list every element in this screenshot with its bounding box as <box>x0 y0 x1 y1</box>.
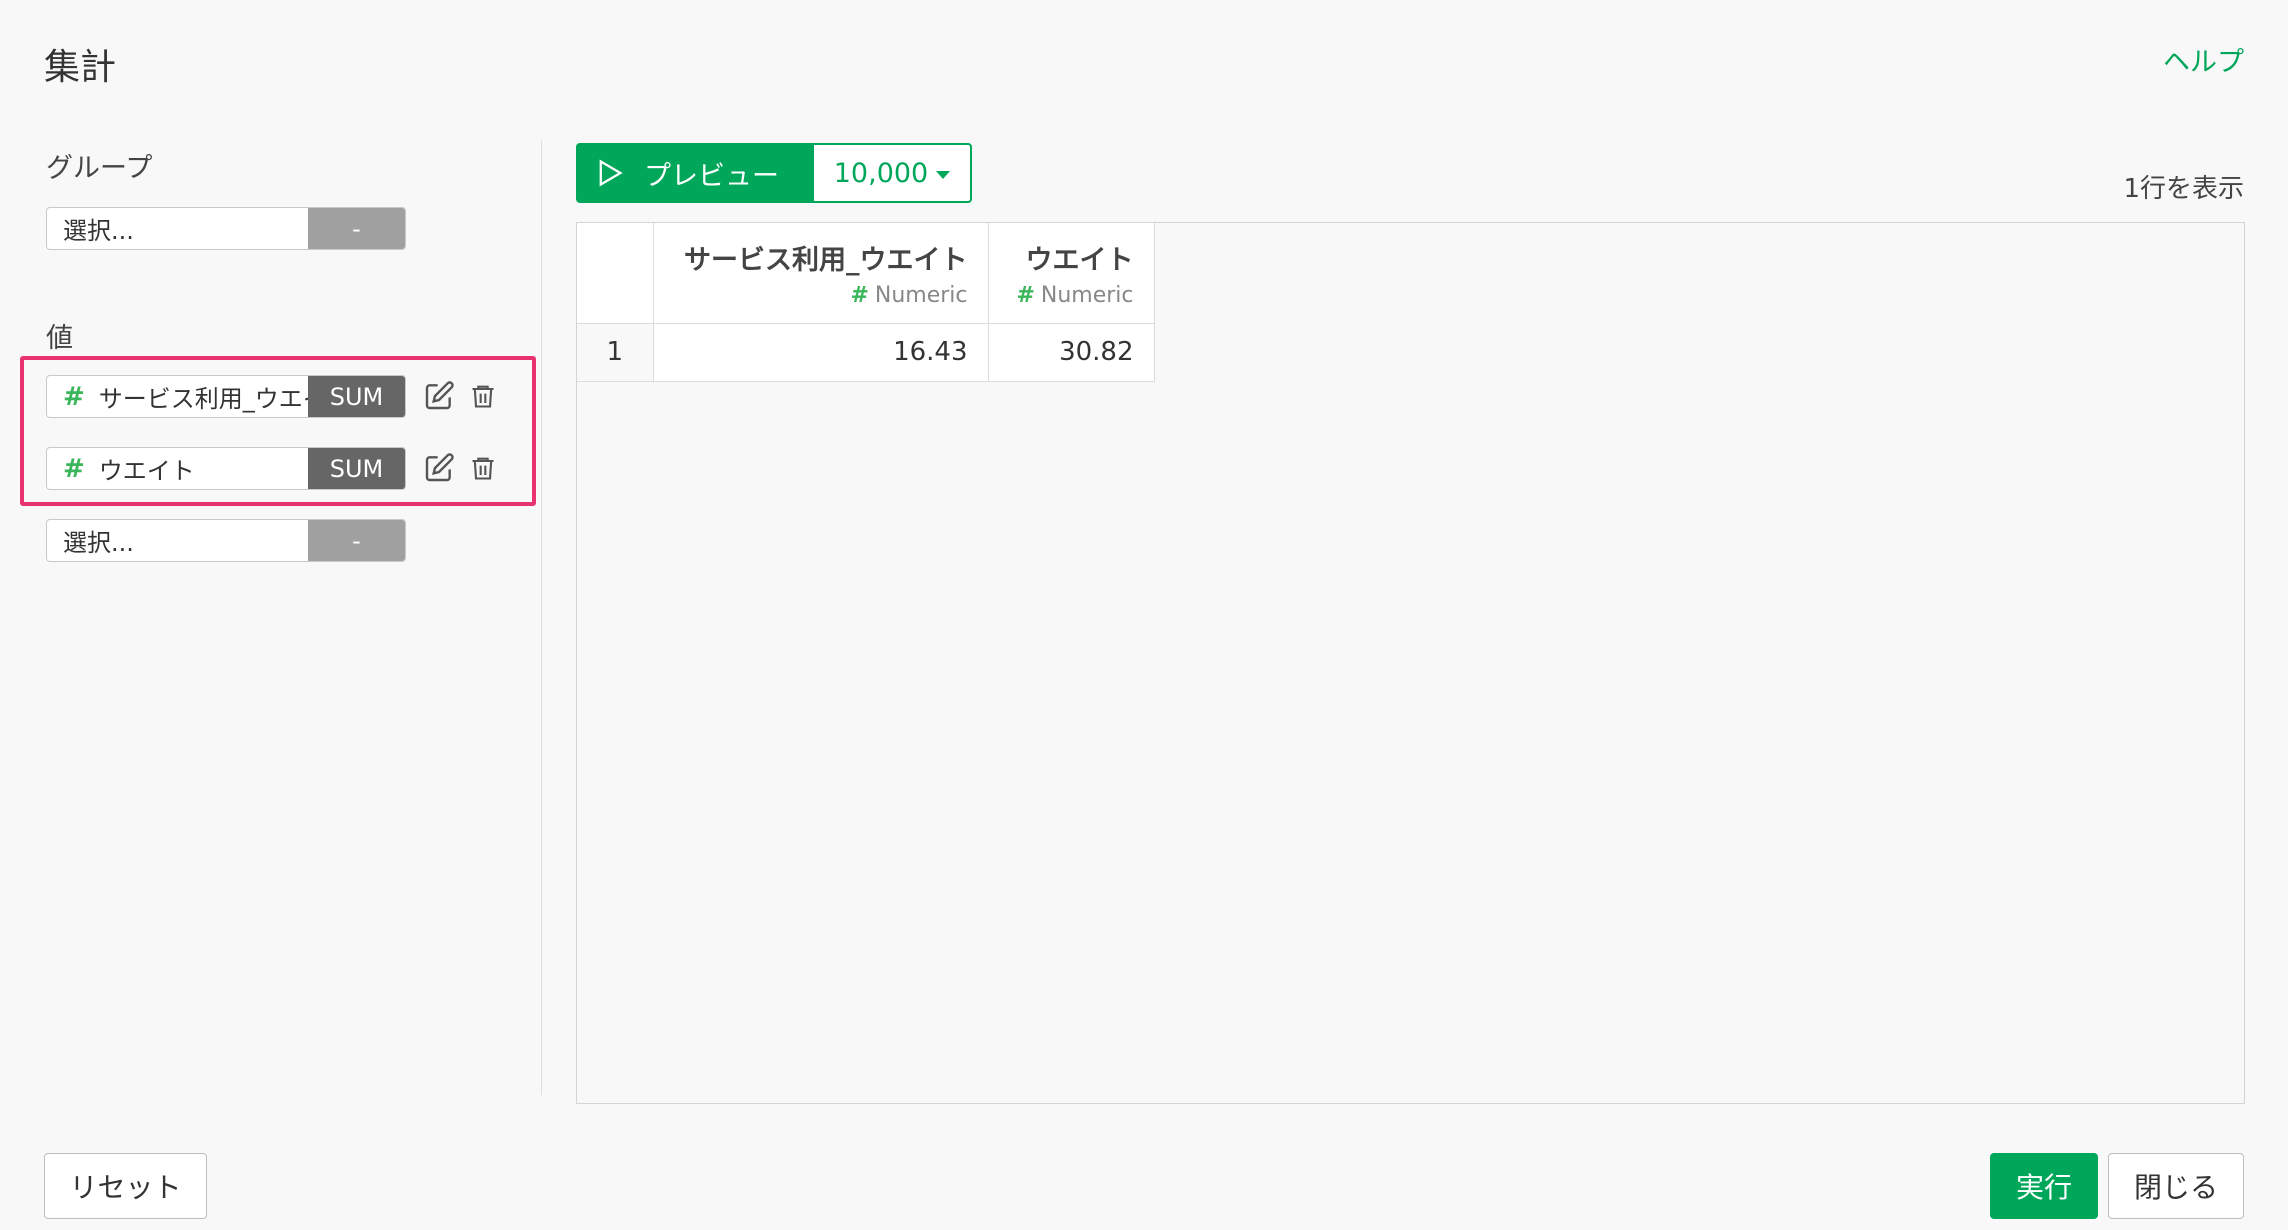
preview-button[interactable]: プレビュー <box>576 143 812 203</box>
column-type: # Numeric <box>1009 282 1134 308</box>
value-agg-button[interactable]: SUM <box>308 448 405 489</box>
numeric-hash-icon: # <box>63 381 85 412</box>
table-cell: 30.82 <box>988 323 1155 382</box>
values-label: 値 <box>46 323 73 354</box>
caret-down-icon <box>936 171 951 179</box>
column-name: サービス利用_ウエイト <box>684 244 968 276</box>
edit-icon[interactable] <box>421 450 457 486</box>
table-header-row: サービス利用_ウエイト # Numeric ウエイト # Numeric <box>577 223 1155 324</box>
column-type-label: Numeric <box>1040 282 1134 308</box>
rows-dropdown[interactable]: 10,000 <box>812 143 972 203</box>
value-selector-placeholder: 選択... <box>63 529 134 557</box>
preview-table: サービス利用_ウエイト # Numeric ウエイト # Numeric 1 16.… <box>577 223 1155 382</box>
preview-button-label: プレビュー <box>644 160 779 192</box>
preview-table-container: サービス利用_ウエイト # Numeric ウエイト # Numeric 1 16.… <box>576 222 2245 1104</box>
value-field-name: サービス利用_ウエイト <box>98 385 308 413</box>
rows-dropdown-value: 10,000 <box>833 157 929 189</box>
row-count-text: 1行を表示 <box>2123 174 2244 204</box>
column-name: ウエイト <box>1025 244 1134 276</box>
value-selector-empty[interactable]: 選択... - <box>46 519 406 562</box>
edit-icon[interactable] <box>421 378 457 414</box>
row-index: 1 <box>577 323 654 382</box>
preview-controls: プレビュー 10,000 <box>576 143 972 203</box>
value-field-name: ウエイト <box>98 457 195 485</box>
group-label: グループ <box>46 153 153 184</box>
value-selector-1[interactable]: # サービス利用_ウエイト SUM <box>46 375 406 418</box>
column-header[interactable]: ウエイト # Numeric <box>988 223 1155 324</box>
value-selector-2[interactable]: # ウエイト SUM <box>46 447 406 490</box>
trash-icon[interactable] <box>465 450 501 486</box>
trash-icon[interactable] <box>465 378 501 414</box>
help-link[interactable]: ヘルプ <box>2163 40 2244 79</box>
page-title: 集計 <box>44 47 117 88</box>
panel-divider <box>541 140 542 1095</box>
value-selector-2-text: # ウエイト <box>47 448 308 489</box>
index-header <box>577 223 654 324</box>
run-button[interactable]: 実行 <box>1990 1153 2098 1219</box>
numeric-hash-icon: # <box>850 282 869 308</box>
numeric-hash-icon: # <box>63 453 85 484</box>
column-type: # Numeric <box>674 282 968 308</box>
group-selector[interactable]: 選択... - <box>46 207 406 250</box>
value-selector-1-text: # サービス利用_ウエイト <box>47 376 308 417</box>
play-icon <box>599 159 623 187</box>
numeric-hash-icon: # <box>1016 282 1035 308</box>
group-selector-placeholder: 選択... <box>63 217 134 245</box>
reset-button[interactable]: リセット <box>44 1153 207 1219</box>
value-agg-button-empty[interactable]: - <box>308 520 405 561</box>
column-type-label: Numeric <box>874 282 968 308</box>
close-button[interactable]: 閉じる <box>2108 1153 2244 1219</box>
group-agg-button[interactable]: - <box>308 208 405 249</box>
table-row: 1 16.43 30.82 <box>577 323 1155 382</box>
column-header[interactable]: サービス利用_ウエイト # Numeric <box>653 223 989 324</box>
table-cell: 16.43 <box>653 323 989 382</box>
value-agg-button[interactable]: SUM <box>308 376 405 417</box>
